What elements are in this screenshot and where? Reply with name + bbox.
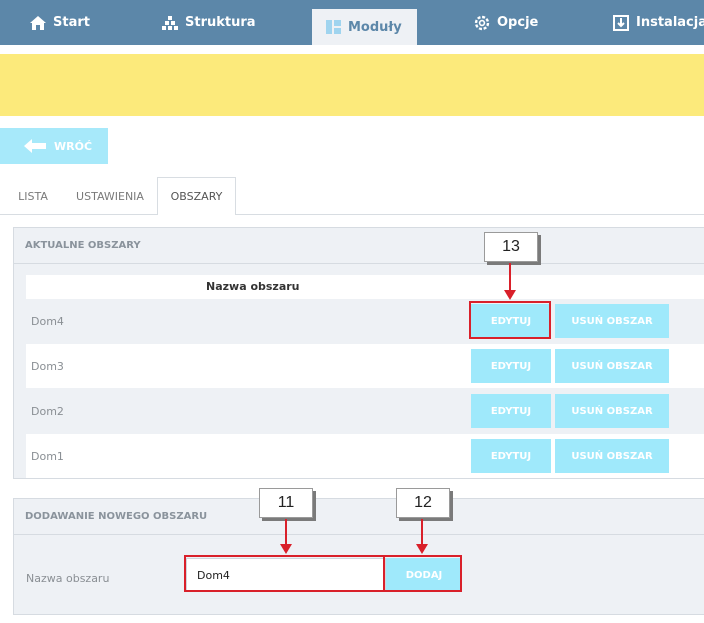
notice-bar — [0, 54, 704, 116]
edit-button[interactable]: EDYTUJ — [471, 439, 551, 473]
back-button[interactable]: WRÓĆ — [0, 128, 108, 164]
delete-area-button[interactable]: USUŃ OBSZAR — [555, 394, 669, 428]
delete-area-button[interactable]: USUŃ OBSZAR — [555, 349, 669, 383]
tab-lista[interactable]: LISTA — [6, 177, 60, 215]
callout-arrow — [285, 519, 287, 545]
tab-label: OBSZARY — [170, 190, 223, 203]
table-row: Dom4 EDYTUJ USUŃ OBSZAR — [26, 299, 704, 343]
arrow-left-icon — [24, 139, 46, 153]
highlight-box — [184, 555, 385, 592]
edit-button[interactable]: EDYTUJ — [471, 394, 551, 428]
highlight-box — [469, 301, 551, 339]
download-icon — [613, 14, 629, 31]
grid-icon — [326, 20, 341, 34]
tree-icon — [162, 15, 178, 30]
tab-label: LISTA — [18, 189, 48, 203]
highlight-box — [383, 555, 462, 592]
nav-item-moduly[interactable]: Moduły — [312, 9, 417, 45]
area-name-label: Nazwa obszaru — [26, 572, 110, 585]
table-header: Nazwa obszaru — [26, 275, 704, 299]
area-name: Dom3 — [31, 360, 64, 373]
callout-arrowhead — [416, 544, 428, 554]
table-row: Dom1 EDYTUJ USUŃ OBSZAR — [26, 434, 704, 478]
area-name: Dom2 — [31, 405, 64, 418]
callout-arrow — [421, 519, 423, 545]
table-row: Dom2 EDYTUJ USUŃ OBSZAR — [26, 389, 704, 433]
nav-item-label: Opcje — [497, 15, 539, 30]
delete-area-button[interactable]: USUŃ OBSZAR — [555, 439, 669, 473]
nav-item-label: Start — [53, 15, 90, 30]
gear-icon — [474, 15, 490, 30]
edit-button[interactable]: EDYTUJ — [471, 349, 551, 383]
back-button-label: WRÓĆ — [54, 139, 93, 153]
callout-arrow — [509, 263, 511, 291]
home-icon — [30, 15, 46, 30]
delete-area-button[interactable]: USUŃ OBSZAR — [555, 304, 669, 338]
callout-arrowhead — [280, 544, 292, 554]
nav-item-label: Struktura — [185, 15, 256, 30]
callout-label: 11 — [259, 488, 313, 518]
tab-bar: LISTA USTAWIENIA OBSZARY — [0, 177, 704, 215]
app-root: Start Struktura Moduły Opcje Instalacja … — [0, 0, 704, 623]
tab-ustawienia[interactable]: USTAWIENIA — [66, 177, 154, 215]
tab-divider — [0, 214, 157, 215]
nav-item-label: Instalacja — [636, 15, 704, 30]
callout-label: 12 — [396, 488, 450, 518]
top-navigation: Start Struktura Moduły Opcje Instalacja — [0, 0, 704, 45]
nav-item-struktura[interactable]: Struktura — [162, 0, 256, 45]
nav-item-instalacja[interactable]: Instalacja — [613, 0, 704, 45]
panel-title: AKTUALNE OBSZARY — [14, 228, 704, 264]
table-row: Dom3 EDYTUJ USUŃ OBSZAR — [26, 344, 704, 388]
area-name: Dom1 — [31, 450, 64, 463]
panel-title: DODAWANIE NOWEGO OBSZARU — [14, 499, 704, 535]
current-areas-panel: AKTUALNE OBSZARY Nazwa obszaru Dom4 EDYT… — [13, 227, 704, 479]
callout-label: 13 — [484, 232, 538, 262]
nav-item-start[interactable]: Start — [30, 0, 90, 45]
tab-divider — [236, 214, 704, 215]
nav-item-label: Moduły — [348, 19, 402, 35]
tab-label: USTAWIENIA — [76, 189, 144, 203]
column-header-name: Nazwa obszaru — [206, 280, 300, 293]
callout-arrowhead — [504, 290, 516, 300]
area-name: Dom4 — [31, 315, 64, 328]
tab-obszary[interactable]: OBSZARY — [157, 177, 236, 215]
nav-item-opcje[interactable]: Opcje — [474, 0, 538, 45]
